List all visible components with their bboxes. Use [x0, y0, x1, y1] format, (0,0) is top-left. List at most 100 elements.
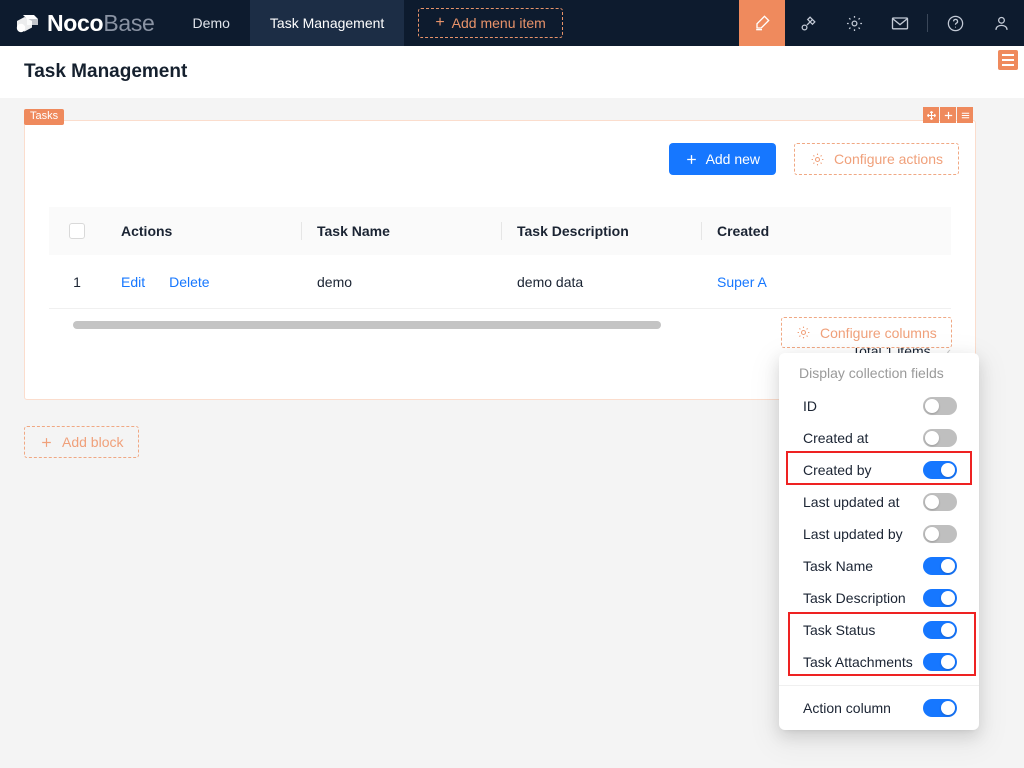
field-label: Last updated by	[803, 526, 903, 542]
highlighter-glyph	[756, 15, 770, 31]
add-menu-item-button[interactable]: + Add menu item	[418, 8, 563, 38]
field-toggle-last-updated-by[interactable]: Last updated by	[779, 518, 979, 550]
toggle-knob	[941, 701, 955, 715]
table-row[interactable]: 1 Edit Delete demo demo data Super A	[49, 255, 951, 309]
field-toggle-task-description[interactable]: Task Description	[779, 582, 979, 614]
select-all-checkbox[interactable]	[69, 223, 85, 239]
add-new-label: Add new	[705, 151, 761, 167]
gear-icon	[797, 326, 810, 339]
page-menu-icon[interactable]	[998, 50, 1018, 70]
add-block-button[interactable]: Add block	[24, 426, 140, 458]
cell-task-name: demo	[317, 273, 353, 290]
block-tag-tasks: Tasks	[24, 109, 65, 125]
mail-icon[interactable]	[877, 0, 923, 46]
configure-actions-label: Configure actions	[834, 151, 943, 167]
field-label: Last updated at	[803, 494, 900, 510]
column-header-task-name[interactable]: Task Name	[301, 207, 501, 255]
field-label: Task Name	[803, 558, 874, 574]
move-arrows-icon	[926, 110, 936, 120]
field-toggle-task-status[interactable]: Task Status	[779, 614, 979, 646]
toggle-switch[interactable]	[923, 589, 957, 607]
toggle-switch[interactable]	[923, 699, 957, 717]
page-content: Tasks Add new Configure actions Actions …	[0, 98, 1024, 768]
user-glyph	[994, 16, 1008, 30]
toggle-switch[interactable]	[923, 525, 957, 543]
horizontal-scrollbar-thumb[interactable]	[73, 321, 661, 329]
column-header-actions[interactable]: Actions	[105, 207, 301, 255]
app-root: NocoBase Demo Task Management + Add menu…	[0, 0, 1024, 768]
user-avatar-icon[interactable]	[978, 0, 1024, 46]
field-toggle-action-column[interactable]: Action column	[779, 692, 979, 724]
toggle-switch[interactable]	[923, 493, 957, 511]
created-by-value[interactable]: Super A	[717, 274, 767, 290]
toggle-knob	[925, 431, 939, 445]
brand-noco: Noco	[47, 9, 104, 36]
help-icon[interactable]	[932, 0, 978, 46]
row-actions-cell: Edit Delete	[105, 255, 301, 308]
configure-actions-button[interactable]: Configure actions	[794, 143, 959, 175]
toggle-knob	[941, 655, 955, 669]
top-icon-group	[739, 0, 1024, 46]
field-label: Created by	[803, 462, 872, 478]
add-menu-item-label: Add menu item	[451, 15, 546, 31]
plugin-glyph	[801, 15, 816, 30]
edit-link[interactable]: Edit	[121, 274, 145, 290]
configure-columns-button[interactable]: Configure columns	[781, 317, 952, 348]
toggle-switch[interactable]	[923, 397, 957, 415]
plugin-icon[interactable]	[785, 0, 831, 46]
toggle-switch[interactable]	[923, 621, 957, 639]
field-toggle-created-by[interactable]: Created by	[779, 454, 979, 486]
gear-icon	[811, 153, 824, 165]
menu-line	[1002, 54, 1014, 56]
topbar-divider	[927, 14, 928, 32]
add-new-button[interactable]: Add new	[668, 143, 777, 175]
cube-logo-icon	[16, 15, 38, 33]
toggle-switch[interactable]	[923, 461, 957, 479]
field-toggle-task-attachments[interactable]: Task Attachments	[779, 646, 979, 678]
block-handle-group	[923, 107, 973, 123]
plus-icon: +	[435, 14, 445, 31]
plus-icon	[944, 111, 952, 119]
page-header: Task Management	[0, 46, 1024, 98]
field-label: ID	[803, 398, 817, 414]
add-block-handle[interactable]	[940, 107, 956, 123]
toggle-knob	[925, 527, 939, 541]
field-label: Created at	[803, 430, 869, 446]
toggle-knob	[941, 623, 955, 637]
nav-item-demo[interactable]: Demo	[173, 0, 250, 46]
field-label: Task Status	[803, 622, 876, 638]
toggle-switch[interactable]	[923, 429, 957, 447]
column-header-created-by[interactable]: Created	[701, 207, 901, 255]
field-toggle-created-at[interactable]: Created at	[779, 422, 979, 454]
main-menu: Demo Task Management	[173, 0, 405, 46]
toggle-knob	[925, 399, 939, 413]
drag-move-handle[interactable]	[923, 107, 939, 123]
menu-line	[1002, 59, 1014, 61]
toggle-knob	[941, 463, 955, 477]
field-label: Action column	[803, 700, 891, 716]
toggle-switch[interactable]	[923, 557, 957, 575]
gear-icon[interactable]	[831, 0, 877, 46]
select-all-header	[49, 207, 105, 255]
toggle-switch[interactable]	[923, 653, 957, 671]
field-toggle-last-updated-at[interactable]: Last updated at	[779, 486, 979, 518]
field-toggle-task-name[interactable]: Task Name	[779, 550, 979, 582]
hamburger-icon	[961, 112, 969, 118]
nav-item-task-management[interactable]: Task Management	[249, 0, 405, 46]
toggle-knob	[925, 495, 939, 509]
field-toggle-id[interactable]: ID	[779, 390, 979, 422]
plus-icon	[42, 437, 51, 447]
toggle-knob	[941, 559, 955, 573]
highlighter-icon[interactable]	[739, 0, 785, 46]
table-header-row: Actions Task Name Task Description Creat…	[49, 207, 951, 255]
question-glyph	[947, 15, 963, 31]
dropdown-title: Display collection fields	[799, 365, 944, 381]
block-menu-handle[interactable]	[957, 107, 973, 123]
brand-logo[interactable]: NocoBase	[0, 0, 173, 46]
column-header-task-description[interactable]: Task Description	[501, 207, 701, 255]
tasks-table: Actions Task Name Task Description Creat…	[49, 207, 951, 309]
row-index: 1	[73, 273, 81, 290]
delete-link[interactable]: Delete	[169, 274, 209, 290]
plus-icon	[686, 154, 696, 164]
